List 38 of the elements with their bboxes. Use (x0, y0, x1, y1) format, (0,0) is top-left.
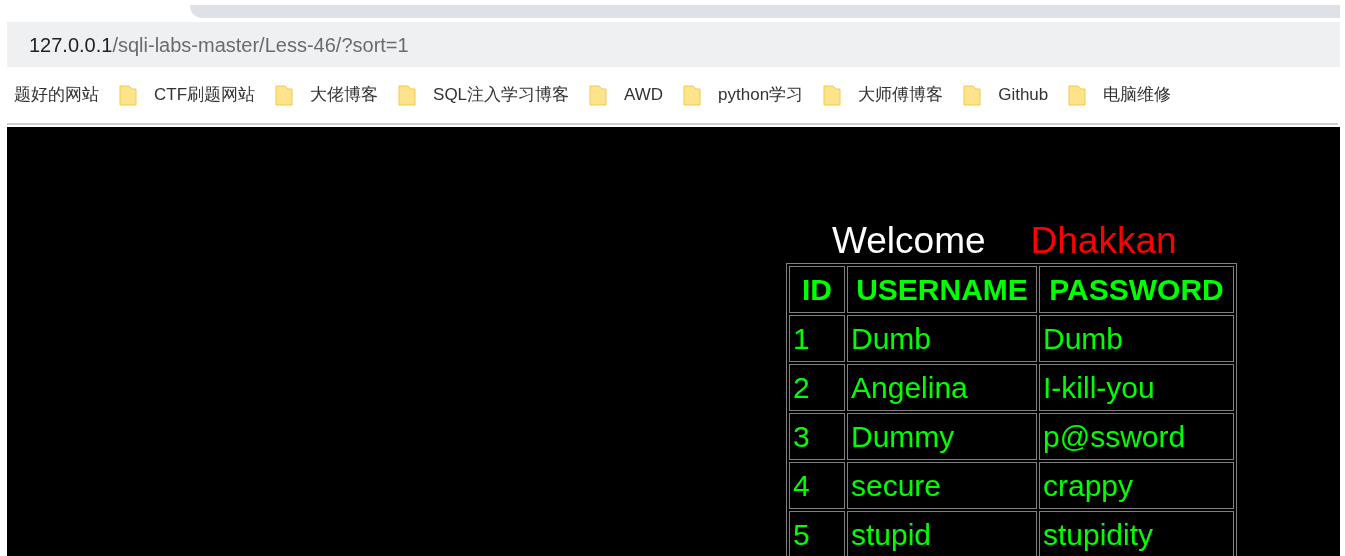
table-cell: stupid (847, 511, 1037, 556)
bookmark[interactable]: Github (963, 82, 1049, 108)
bookmark[interactable]: 大师傅博客 (823, 82, 944, 108)
table-cell: 3 (789, 413, 845, 460)
bookmark[interactable]: CTF刷题网站 (119, 82, 256, 108)
folder-icon (589, 84, 608, 106)
table-cell: 4 (789, 462, 845, 509)
folder-icon (683, 84, 702, 106)
folder-icon (963, 84, 982, 106)
folder-icon (398, 84, 417, 106)
table-cell: Angelina (847, 364, 1037, 411)
folder-icon (275, 84, 294, 106)
table-cell: stupidity (1039, 511, 1234, 556)
column-header: ID (789, 266, 845, 313)
column-header: PASSWORD (1039, 266, 1234, 313)
table-cell: 2 (789, 364, 845, 411)
address-bar[interactable]: 127.0.0.1/sqli-labs-master/Less-46/?sort=1 (7, 22, 1340, 67)
folder-icon (119, 84, 137, 106)
table-cell: 5 (789, 511, 845, 556)
table-cell: p@ssword (1039, 413, 1234, 460)
bookmark[interactable]: AWD (589, 82, 664, 108)
user-name: Dhakkan (1030, 219, 1177, 263)
table-cell: 1 (789, 315, 845, 362)
folder-icon (823, 84, 842, 106)
table-cell: Dumb (1039, 315, 1234, 362)
bookmark[interactable]: 大佬博客 (275, 82, 379, 108)
table-cell: Dummy (847, 413, 1037, 460)
bookmark[interactable]: 题好的网站 (14, 82, 99, 108)
table-cell: crappy (1039, 462, 1234, 509)
column-header: USERNAME (847, 266, 1037, 313)
table-cell: Dumb (847, 315, 1037, 362)
bookmark[interactable]: 电脑维修 (1068, 82, 1172, 108)
table-cell: secure (847, 462, 1037, 509)
table-cell: I-kill-you (1039, 364, 1234, 411)
bookmark[interactable]: python学习 (683, 82, 804, 108)
folder-icon (1068, 84, 1087, 106)
welcome-text: Welcome (832, 219, 986, 263)
bookmark[interactable]: SQL注入学习博客 (398, 82, 570, 108)
